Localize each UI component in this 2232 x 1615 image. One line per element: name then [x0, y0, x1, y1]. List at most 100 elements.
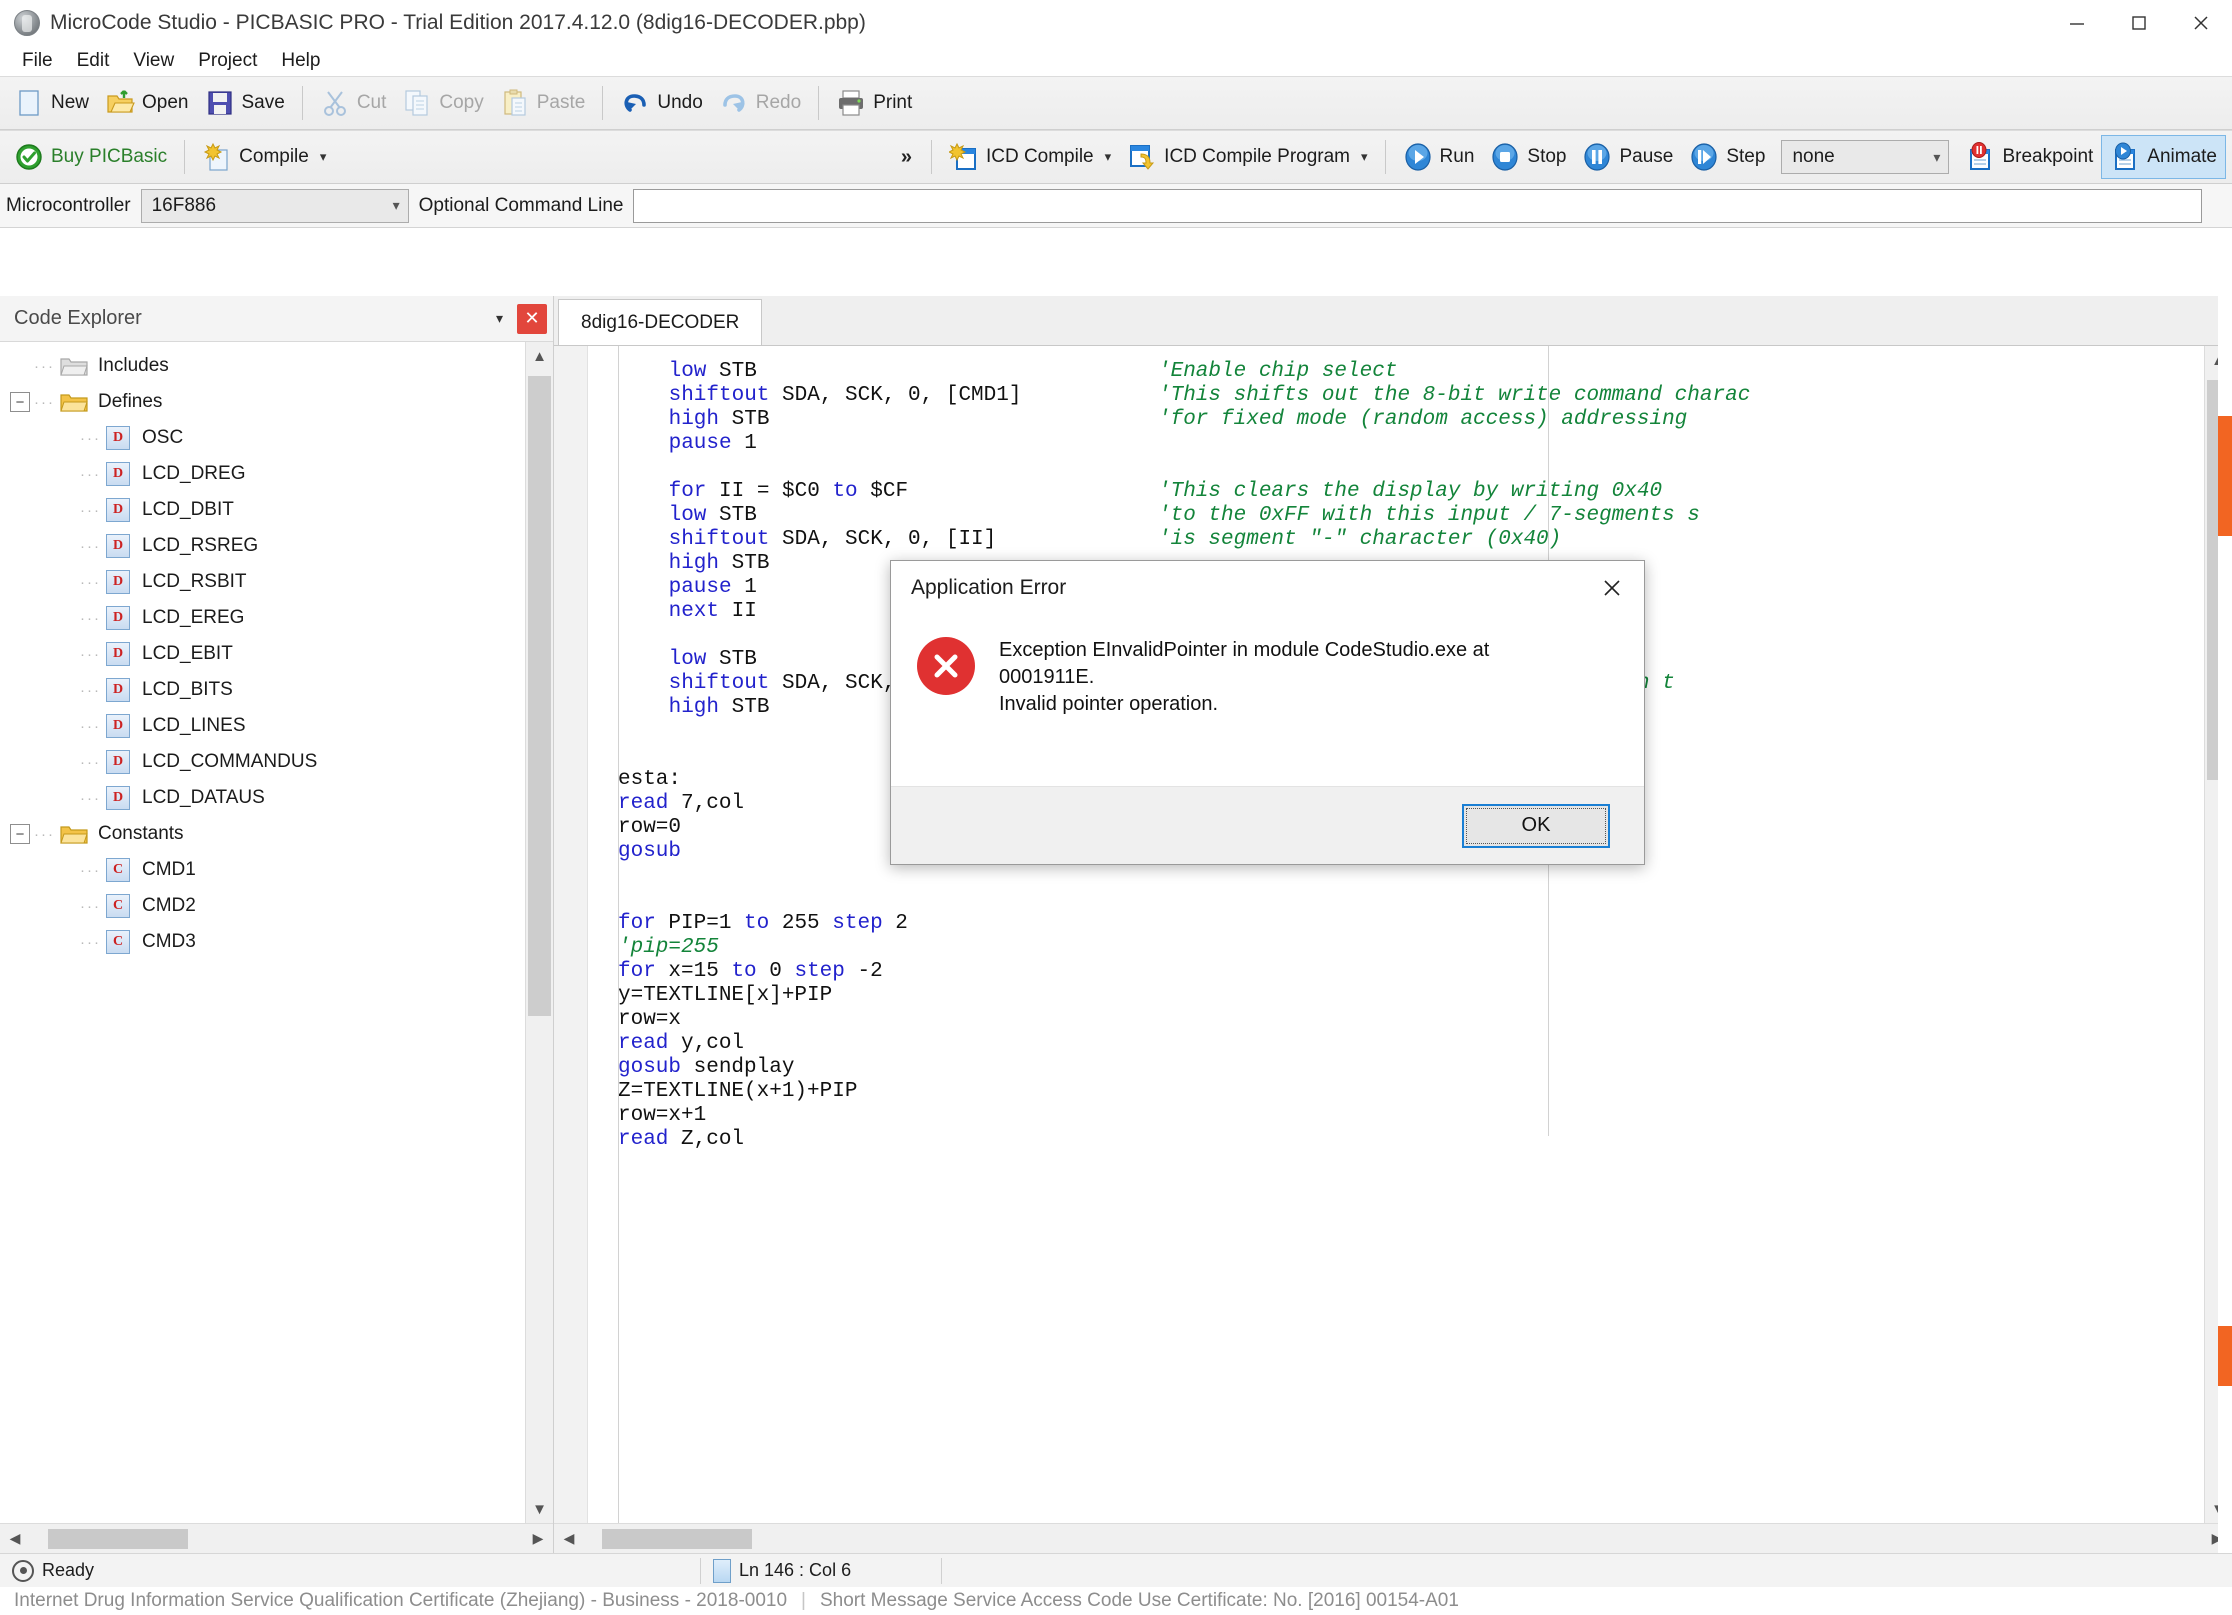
step-button[interactable]: Step: [1681, 135, 1773, 179]
optional-command-line-input[interactable]: [633, 188, 2202, 223]
tree-item-includes[interactable]: ··· Includes: [0, 348, 553, 384]
minimize-button[interactable]: [2046, 0, 2108, 46]
folder-grey-icon: [60, 355, 88, 377]
editor-tabstrip: 8dig16-DECODER: [554, 296, 2232, 346]
tree-item-defines[interactable]: − ··· Defines: [0, 384, 553, 420]
chevron-down-icon[interactable]: ▾: [320, 149, 327, 165]
redo-button[interactable]: Redo: [711, 81, 809, 125]
scroll-down-icon[interactable]: ▼: [526, 1495, 553, 1523]
scroll-up-icon[interactable]: ▲: [526, 342, 553, 370]
tree-item-lcd_dreg[interactable]: ··· D LCD_DREG: [0, 456, 553, 492]
microcontroller-row: Microcontroller 16F886 ▾ Optional Comman…: [0, 184, 2232, 228]
tree-item-lcd_dataus[interactable]: ··· D LCD_DATAUS: [0, 780, 553, 816]
define-icon: D: [106, 570, 130, 594]
code-line: row=x: [588, 1008, 2204, 1032]
hscroll-thumb[interactable]: [48, 1528, 188, 1549]
scroll-right-icon[interactable]: ▶: [523, 1530, 553, 1547]
open-button[interactable]: Open: [97, 81, 196, 125]
icd-compile-program-button[interactable]: ICD Compile Program ▾: [1119, 135, 1375, 179]
chevron-down-icon[interactable]: ▾: [1361, 149, 1368, 165]
scrollbar-thumb[interactable]: [528, 376, 551, 1016]
maximize-button[interactable]: [2108, 0, 2170, 46]
explorer-vertical-scrollbar[interactable]: ▲ ▼: [525, 342, 553, 1523]
dialog-titlebar: Application Error: [891, 561, 1644, 615]
code-line-text: y=TEXTLINE[x]+PIP: [618, 984, 833, 1007]
chevron-down-icon[interactable]: ▾: [482, 310, 517, 327]
green-check-icon: [14, 142, 44, 172]
tree-item-lcd_lines[interactable]: ··· D LCD_LINES: [0, 708, 553, 744]
menu-project[interactable]: Project: [186, 48, 269, 74]
tree-item-lcd_ebit[interactable]: ··· D LCD_EBIT: [0, 636, 553, 672]
animate-button[interactable]: Animate: [2101, 135, 2226, 179]
close-icon[interactable]: ✕: [517, 303, 547, 334]
step-mode-value: none: [1792, 146, 1835, 167]
menu-help[interactable]: Help: [269, 48, 332, 74]
save-button[interactable]: Save: [197, 81, 293, 125]
menu-file[interactable]: File: [10, 48, 65, 74]
compile-button[interactable]: Compile ▾: [194, 135, 334, 179]
tree-collapse-toggle[interactable]: −: [10, 824, 30, 844]
new-button[interactable]: New: [6, 81, 97, 125]
hscroll-thumb[interactable]: [602, 1528, 752, 1549]
breakpoint-button[interactable]: Breakpoint: [1957, 135, 2101, 179]
menu-edit[interactable]: Edit: [65, 48, 122, 74]
step-mode-select[interactable]: none ▾: [1781, 140, 1950, 174]
scroll-left-icon[interactable]: ◀: [554, 1530, 584, 1547]
icd-compile-program-label: ICD Compile Program: [1164, 146, 1350, 167]
clipboard-icon: [500, 88, 530, 118]
toolbar-separator: [930, 140, 932, 174]
scroll-left-icon[interactable]: ◀: [0, 1530, 30, 1547]
background-window-edge: [2218, 296, 2232, 1556]
explorer-horizontal-scrollbar[interactable]: ◀ ▶: [0, 1523, 553, 1553]
floppy-disk-icon: [205, 88, 235, 118]
close-button[interactable]: [2170, 0, 2232, 46]
paste-button[interactable]: Paste: [492, 81, 594, 125]
microcontroller-select[interactable]: 16F886 ▾: [140, 188, 409, 223]
undo-button[interactable]: Undo: [612, 81, 710, 125]
code-text[interactable]: low STB 'Enable chip select shiftout SDA, …: [588, 346, 2204, 1523]
toolbar-separator: [184, 140, 186, 174]
tree-item-lcd_rsbit[interactable]: ··· D LCD_RSBIT: [0, 564, 553, 600]
toolbar-overflow-button[interactable]: »: [891, 146, 922, 169]
hscroll-track[interactable]: [584, 1528, 2202, 1549]
icd-compile-button[interactable]: ICD Compile ▾: [941, 135, 1119, 179]
close-icon[interactable]: [1586, 566, 1638, 610]
status-ready-label: Ready: [42, 1560, 95, 1580]
tree-item-lcd_ereg[interactable]: ··· D LCD_EREG: [0, 600, 553, 636]
cut-button[interactable]: Cut: [312, 81, 395, 125]
editor-panel: 8dig16-DECODER low STB 'Enable chip selec…: [554, 296, 2232, 1553]
tab-8dig16-decoder[interactable]: 8dig16-DECODER: [558, 299, 763, 345]
compile-button-label: Compile: [239, 146, 309, 167]
main-area: Code Explorer ▾ ✕ ··· Includes − ··· Defines…: [0, 296, 2232, 1553]
buy-picbasic-button[interactable]: Buy PICBasic: [6, 135, 175, 179]
tree-item-lcd_dbit[interactable]: ··· D LCD_DBIT: [0, 492, 553, 528]
print-button[interactable]: Print: [828, 81, 920, 125]
tree-item-cmd2[interactable]: ··· C CMD2: [0, 888, 553, 924]
code-explorer-tree[interactable]: ··· Includes − ··· Defines ··· D OSC ··· D LCD_DRE…: [0, 342, 553, 1523]
tree-item-lcd_rsreg[interactable]: ··· D LCD_RSREG: [0, 528, 553, 564]
copy-button[interactable]: Copy: [394, 81, 491, 125]
define-icon: D: [106, 786, 130, 810]
stop-button[interactable]: Stop: [1482, 135, 1574, 179]
chevron-down-icon[interactable]: ▾: [1105, 149, 1112, 165]
tree-item-osc[interactable]: ··· D OSC: [0, 420, 553, 456]
tree-item-label: CMD2: [142, 895, 196, 916]
tree-collapse-toggle[interactable]: −: [10, 392, 30, 412]
dialog-message-line-1: Exception EInvalidPointer in module Code…: [999, 639, 1490, 661]
tree-item-lcd_bits[interactable]: ··· D LCD_BITS: [0, 672, 553, 708]
tree-guide-line: ···: [80, 609, 101, 627]
code-comment: 'This clears the display by writing 0x40: [1158, 480, 1663, 503]
pause-button[interactable]: Pause: [1574, 135, 1681, 179]
tree-item-lcd_commandus[interactable]: ··· D LCD_COMMANDUS: [0, 744, 553, 780]
menu-view[interactable]: View: [121, 48, 186, 74]
editor-horizontal-scrollbar[interactable]: ◀ ▶: [554, 1523, 2232, 1553]
tree-item-cmd1[interactable]: ··· C CMD1: [0, 852, 553, 888]
tree-item-label: LCD_COMMANDUS: [142, 751, 318, 772]
tree-item-cmd3[interactable]: ··· C CMD3: [0, 924, 553, 960]
tree-item-label: LCD_RSBIT: [142, 571, 247, 592]
tree-item-constants[interactable]: − ··· Constants: [0, 816, 553, 852]
icd-compile-program-icon: [1127, 142, 1157, 172]
ok-button[interactable]: OK: [1462, 803, 1610, 848]
hscroll-track[interactable]: [30, 1528, 523, 1549]
run-button[interactable]: Run: [1395, 135, 1483, 179]
